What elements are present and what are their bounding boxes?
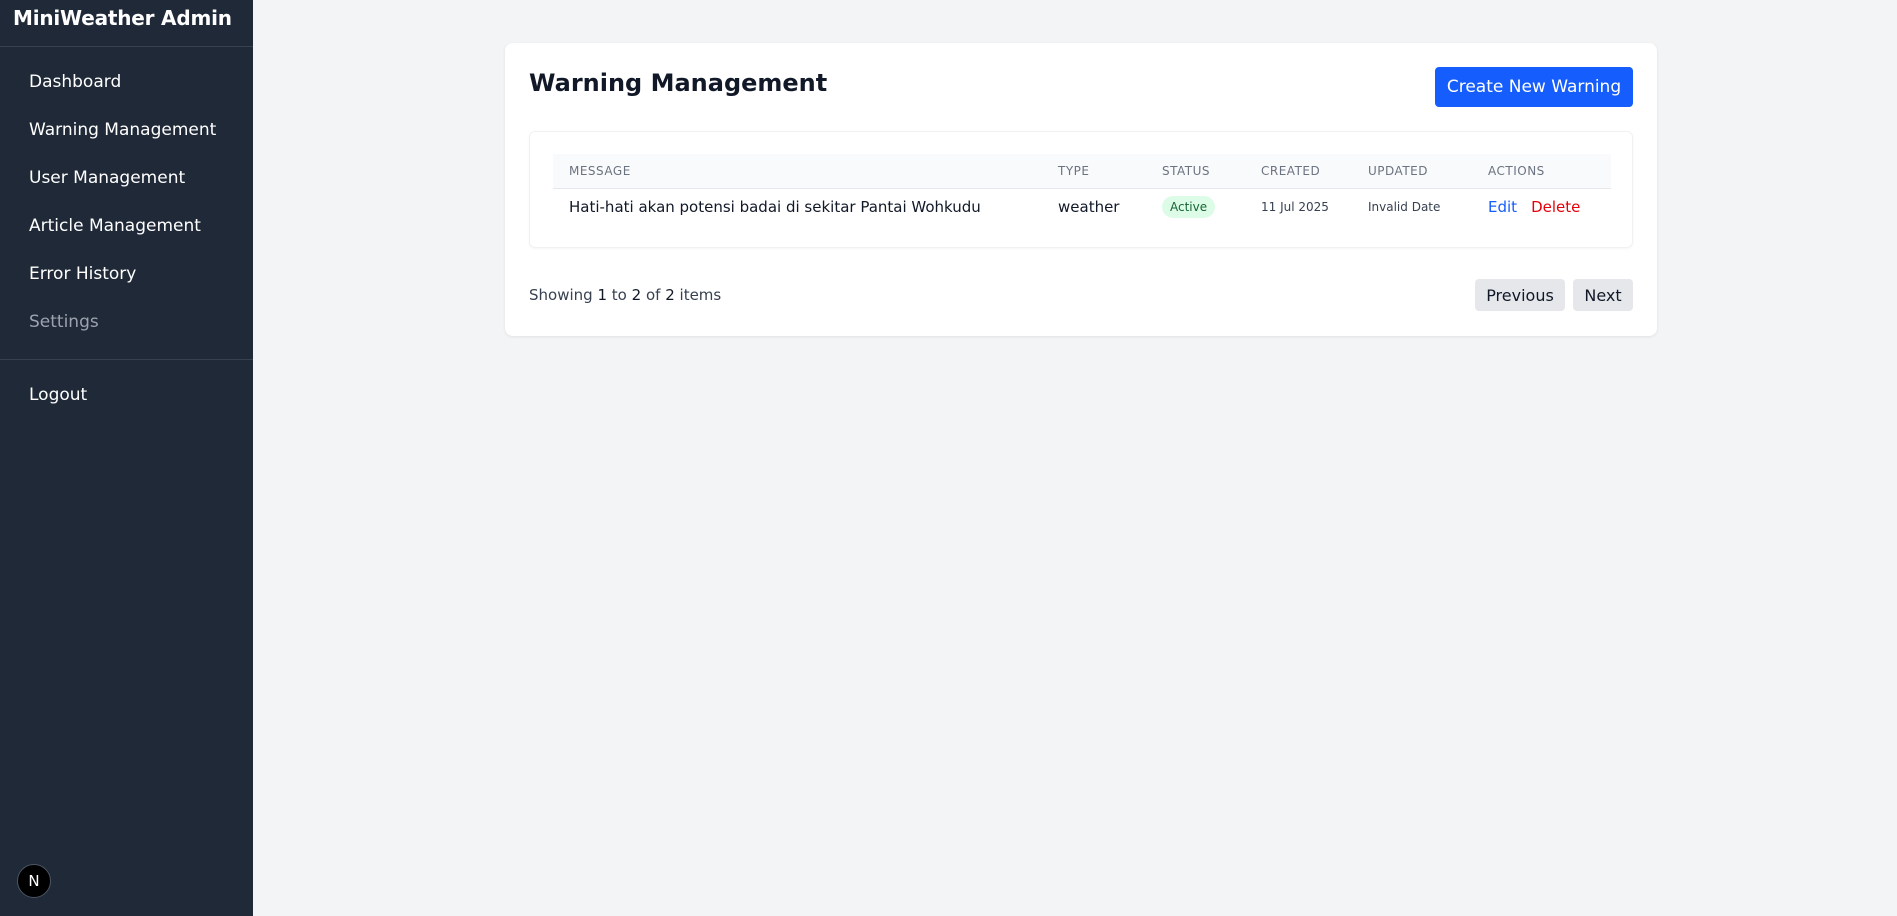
warning-message: Hati-hati akan potensi badai di sekitar …: [569, 198, 981, 216]
warning-type: weather: [1058, 198, 1120, 216]
pagination-prefix: Showing: [529, 286, 593, 304]
delete-link[interactable]: Delete: [1531, 198, 1580, 216]
sidebar-item-article-management[interactable]: Article Management: [29, 216, 201, 236]
pagination-to-word: to: [611, 286, 627, 304]
column-header-type: TYPE: [1042, 154, 1146, 189]
pagination-summary: Showing 1 to 2 of 2 items: [529, 286, 721, 304]
sidebar-item-user-management[interactable]: User Management: [29, 168, 185, 188]
sidebar-item-warning-management[interactable]: Warning Management: [29, 120, 216, 140]
table-row: Hati-hati akan potensi badai di sekitar …: [553, 189, 1611, 226]
sidebar-item-dashboard[interactable]: Dashboard: [29, 72, 121, 92]
logout-button[interactable]: Logout: [29, 385, 87, 405]
created-date: 11 Jul 2025: [1261, 200, 1329, 214]
page-title: Warning Management: [529, 69, 828, 97]
status-badge: Active: [1162, 196, 1216, 218]
next-page-button[interactable]: Next: [1573, 279, 1633, 311]
sidebar-item-settings[interactable]: Settings: [29, 312, 99, 332]
updated-date: Invalid Date: [1368, 200, 1441, 214]
pagination-from: 1: [597, 286, 607, 304]
column-header-status: STATUS: [1146, 154, 1245, 189]
avatar[interactable]: N: [17, 864, 51, 898]
warnings-table: MESSAGE TYPE STATUS CREATED UPDATED ACTI…: [553, 154, 1611, 225]
actions-cell: Edit Delete: [1472, 189, 1611, 226]
column-header-updated: UPDATED: [1352, 154, 1472, 189]
pagination-total: 2: [665, 286, 675, 304]
edit-link[interactable]: Edit: [1488, 198, 1517, 216]
sidebar: MiniWeather Admin Dashboard Warning Mana…: [0, 0, 253, 916]
pagination-of-word: of: [645, 286, 661, 304]
warning-management-card: Warning Management Create New Warning ME…: [505, 43, 1657, 336]
app-title: MiniWeather Admin: [0, 0, 253, 47]
table-header-row: MESSAGE TYPE STATUS CREATED UPDATED ACTI…: [553, 154, 1611, 189]
create-new-warning-button[interactable]: Create New Warning: [1435, 67, 1633, 107]
column-header-message: MESSAGE: [553, 154, 1042, 189]
sidebar-item-error-history[interactable]: Error History: [29, 264, 136, 284]
previous-page-button[interactable]: Previous: [1475, 279, 1565, 311]
pagination-suffix: items: [679, 286, 722, 304]
sidebar-divider: [0, 359, 253, 360]
status-cell: Active: [1146, 189, 1245, 226]
column-header-actions: ACTIONS: [1472, 154, 1611, 189]
pagination-to: 2: [631, 286, 642, 304]
column-header-created: CREATED: [1245, 154, 1352, 189]
warnings-table-container: MESSAGE TYPE STATUS CREATED UPDATED ACTI…: [529, 131, 1633, 248]
